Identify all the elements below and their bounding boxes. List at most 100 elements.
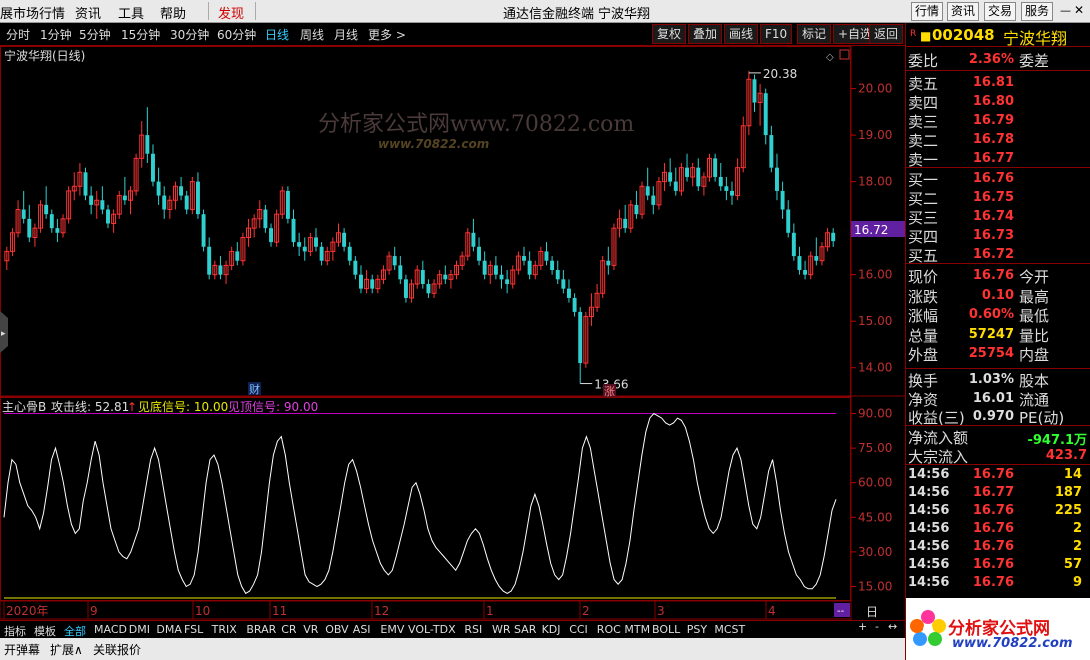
related-quotes[interactable]: 关联报价: [93, 641, 141, 658]
candle[interactable]: [668, 158, 673, 187]
candle[interactable]: [235, 242, 240, 266]
candle[interactable]: [375, 274, 381, 294]
candle[interactable]: [678, 163, 684, 196]
period-monthly[interactable]: 月线: [334, 26, 358, 43]
period-30min[interactable]: 30分钟: [170, 26, 209, 43]
candle[interactable]: [685, 153, 689, 182]
candle[interactable]: [527, 251, 532, 280]
candle[interactable]: [628, 200, 634, 233]
candle[interactable]: [403, 274, 408, 303]
indicator-tab[interactable]: MACD: [94, 623, 127, 636]
candle[interactable]: [769, 125, 774, 173]
up-marker[interactable]: 涨: [604, 385, 615, 398]
candle[interactable]: [656, 176, 662, 210]
candle[interactable]: [797, 246, 802, 275]
candle[interactable]: [437, 270, 443, 289]
indicator-tab[interactable]: TRIX: [212, 623, 237, 636]
close-icon[interactable]: ✕: [1074, 3, 1084, 17]
candle[interactable]: [645, 167, 650, 201]
indicator-tab[interactable]: MCST: [714, 623, 745, 636]
period-weekly[interactable]: 周线: [300, 26, 324, 43]
candle[interactable]: [662, 163, 668, 191]
indicator-tab[interactable]: OBV: [325, 623, 348, 636]
danmu-toggle[interactable]: 开弹幕: [4, 641, 40, 658]
candle[interactable]: [229, 246, 235, 271]
candle[interactable]: [459, 251, 465, 271]
candle[interactable]: [342, 228, 347, 252]
candle[interactable]: [583, 311, 589, 368]
candle[interactable]: [27, 204, 32, 243]
candle[interactable]: [707, 153, 712, 182]
overlay-button[interactable]: 叠加: [688, 24, 723, 44]
candle[interactable]: [162, 186, 167, 219]
candle[interactable]: [139, 121, 145, 168]
candle[interactable]: [386, 251, 392, 275]
chart-area[interactable]: 分析家公式网www.70822.com www.70822.com 宁波华翔(日…: [0, 46, 905, 621]
candle[interactable]: [544, 242, 549, 266]
candle[interactable]: [825, 228, 831, 252]
candle[interactable]: [791, 223, 796, 261]
candle[interactable]: [505, 270, 510, 294]
indicator-name[interactable]: 主心骨B: [2, 400, 46, 414]
candle[interactable]: [128, 186, 133, 215]
info-button[interactable]: 资讯: [947, 2, 980, 21]
candle[interactable]: [223, 260, 229, 284]
candle[interactable]: [740, 116, 746, 173]
candle[interactable]: [330, 237, 336, 261]
period-5min[interactable]: 5分钟: [79, 26, 111, 43]
candle[interactable]: [757, 83, 763, 126]
candle[interactable]: [713, 153, 718, 182]
candle[interactable]: [94, 190, 100, 219]
candle[interactable]: [116, 190, 122, 219]
candle[interactable]: [454, 260, 460, 280]
candle[interactable]: [414, 265, 420, 289]
candle[interactable]: [409, 279, 415, 303]
candle[interactable]: [263, 204, 268, 233]
back-button[interactable]: 返回: [869, 24, 904, 44]
indicator-tab[interactable]: DMA: [156, 623, 182, 636]
candle[interactable]: [122, 176, 127, 205]
left-arrow-icon[interactable]: ▸: [1, 329, 6, 339]
candle[interactable]: [195, 172, 200, 219]
candle[interactable]: [617, 209, 623, 238]
menu-tools[interactable]: 工具: [118, 3, 144, 22]
candle[interactable]: [819, 242, 825, 266]
candle[interactable]: [701, 172, 707, 196]
expand-icon[interactable]: ↔: [888, 620, 897, 633]
candle[interactable]: [9, 228, 15, 257]
candle[interactable]: [89, 186, 94, 215]
indicator-tab[interactable]: KDJ: [542, 623, 561, 636]
candle[interactable]: [15, 200, 21, 238]
candle[interactable]: [532, 260, 538, 280]
candle[interactable]: [246, 218, 252, 247]
candle[interactable]: [100, 186, 105, 215]
candle[interactable]: [364, 270, 370, 294]
candle[interactable]: [550, 256, 555, 275]
candle[interactable]: [634, 190, 639, 219]
candle[interactable]: [4, 246, 10, 271]
candle[interactable]: [487, 260, 493, 284]
draw-line-button[interactable]: 画线: [724, 24, 759, 44]
candle[interactable]: [201, 209, 206, 252]
indicator-tab[interactable]: 全部: [64, 623, 86, 639]
menu-help[interactable]: 帮助: [160, 3, 186, 22]
candle[interactable]: [111, 209, 117, 233]
candle[interactable]: [285, 186, 290, 224]
mark-button[interactable]: 标记: [797, 24, 832, 44]
candle[interactable]: [251, 214, 257, 238]
maximize-pane-icon[interactable]: [839, 49, 850, 60]
period-15min[interactable]: 15分钟: [121, 26, 160, 43]
candle[interactable]: [448, 270, 454, 289]
candle[interactable]: [240, 232, 246, 266]
candle[interactable]: [398, 256, 403, 284]
period-intraday[interactable]: 分时: [6, 26, 30, 43]
candle[interactable]: [83, 167, 88, 201]
indicator-tab[interactable]: MTM: [624, 623, 650, 636]
candle[interactable]: [21, 190, 26, 224]
candle[interactable]: [274, 209, 280, 247]
finance-marker[interactable]: 财: [249, 382, 260, 396]
candle[interactable]: [77, 163, 83, 196]
candle[interactable]: [269, 223, 273, 247]
indicator-tab[interactable]: CR: [281, 623, 296, 636]
candle[interactable]: [302, 237, 307, 261]
